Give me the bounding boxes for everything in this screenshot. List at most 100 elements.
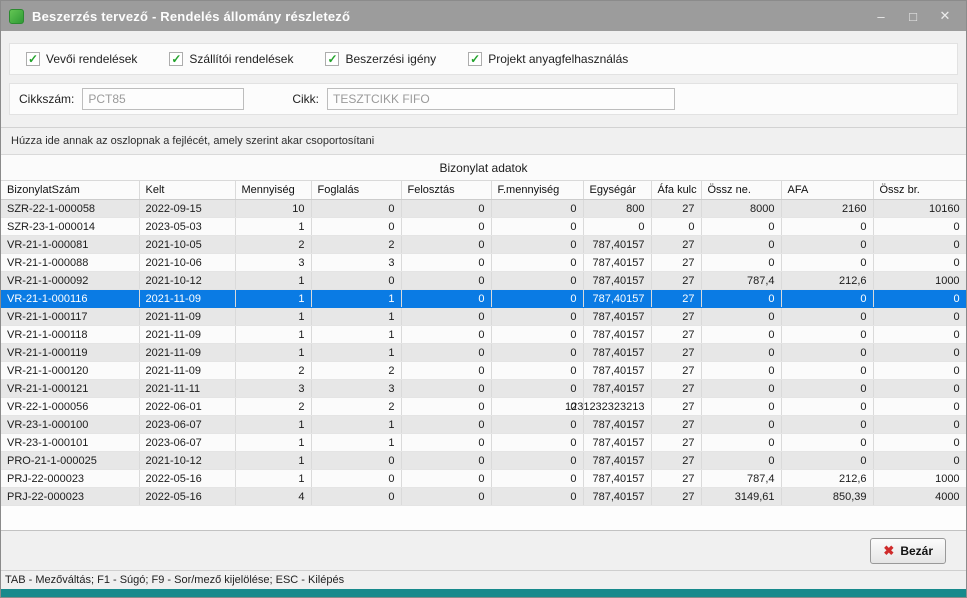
cell: 27 [651, 308, 701, 326]
cell: 0 [873, 452, 966, 470]
cell: 0 [401, 218, 491, 236]
cell: 0 [701, 416, 781, 434]
table-row[interactable]: VR-22-1-0000562022-06-012200123123232321… [1, 398, 966, 416]
checkbox-check-icon[interactable]: ✓ [169, 52, 183, 66]
table-row[interactable]: PRJ-22-0000232022-05-161000787,401572778… [1, 470, 966, 488]
cikk-label: Cikk: [292, 92, 319, 106]
cell: 3 [311, 254, 401, 272]
column-header-7[interactable]: Egységár [583, 181, 651, 200]
column-header-4[interactable]: Foglalás [311, 181, 401, 200]
cell: 1 [235, 452, 311, 470]
filter-checkbox-3[interactable]: ✓Beszerzési igény [325, 52, 436, 66]
column-header-2[interactable]: Kelt [139, 181, 235, 200]
group-by-drop-zone[interactable]: Húzza ide annak az oszlopnak a fejlécét,… [1, 128, 966, 154]
minimize-icon[interactable]: – [865, 4, 897, 28]
cell: 0 [491, 380, 583, 398]
column-header-10[interactable]: AFA [781, 181, 873, 200]
table-row[interactable]: VR-23-1-0001002023-06-071100787,40157270… [1, 416, 966, 434]
cell: 0 [701, 362, 781, 380]
bezar-button-label: Bezár [900, 544, 933, 558]
cell: PRO-21-1-000025 [1, 452, 139, 470]
filter-checkbox-4[interactable]: ✓Projekt anyagfelhasználás [468, 52, 628, 66]
band-row: Bizonylat adatok [1, 155, 966, 181]
cell: 787,40157 [583, 236, 651, 254]
cell: 0 [311, 470, 401, 488]
table-row[interactable]: PRJ-22-0000232022-05-164000787,401572731… [1, 488, 966, 506]
cell: 0 [873, 398, 966, 416]
window-title: Beszerzés tervező - Rendelés állomány ré… [32, 9, 350, 24]
column-header-3[interactable]: Mennyiség [235, 181, 311, 200]
cell: 1 [235, 308, 311, 326]
cell: VR-22-1-000056 [1, 398, 139, 416]
table-row[interactable]: VR-21-1-0000922021-10-121000787,40157277… [1, 272, 966, 290]
cell: 787,40157 [583, 326, 651, 344]
cell: SZR-23-1-000014 [1, 218, 139, 236]
cell: 3 [235, 380, 311, 398]
column-header-6[interactable]: F.mennyiség [491, 181, 583, 200]
cell: 2021-11-09 [139, 326, 235, 344]
bezar-button[interactable]: ✖ Bezár [870, 538, 946, 564]
cell: 2022-05-16 [139, 488, 235, 506]
cell: 0 [873, 236, 966, 254]
checkbox-check-icon[interactable]: ✓ [26, 52, 40, 66]
cell: 0 [491, 326, 583, 344]
table-row[interactable]: SZR-22-1-0000582022-09-15100008002780002… [1, 200, 966, 218]
column-header-5[interactable]: Felosztás [401, 181, 491, 200]
cell: 1 [235, 416, 311, 434]
cell: 2 [311, 236, 401, 254]
cikk-input[interactable] [327, 88, 675, 110]
cell: 1 [311, 290, 401, 308]
cell: 1 [311, 416, 401, 434]
table-row[interactable]: SZR-23-1-0000142023-05-03100000000 [1, 218, 966, 236]
orders-grid: Húzza ide annak az oszlopnak a fejlécét,… [1, 127, 966, 531]
cell: 0 [873, 416, 966, 434]
table-body: SZR-22-1-0000582022-09-15100008002780002… [1, 200, 966, 506]
cell: 0 [873, 434, 966, 452]
maximize-icon[interactable]: □ [897, 4, 929, 28]
cell: 3 [235, 254, 311, 272]
filter-checkbox-1[interactable]: ✓Vevői rendelések [26, 52, 137, 66]
cell: VR-23-1-000100 [1, 416, 139, 434]
table-row[interactable]: VR-21-1-0000882021-10-063300787,40157270… [1, 254, 966, 272]
cell: 2023-05-03 [139, 218, 235, 236]
table-row[interactable]: VR-23-1-0001012023-06-071100787,40157270… [1, 434, 966, 452]
table-row[interactable]: VR-21-1-0001212021-11-113300787,40157270… [1, 380, 966, 398]
statusbar: TAB - Mezőváltás; F1 - Súgó; F9 - Sor/me… [1, 570, 966, 589]
column-header-1[interactable]: BizonylatSzám [1, 181, 139, 200]
cell: 0 [401, 326, 491, 344]
cell: 0 [701, 236, 781, 254]
cell: 0 [781, 344, 873, 362]
cell: 1 [235, 326, 311, 344]
cell: SZR-22-1-000058 [1, 200, 139, 218]
table-row[interactable]: VR-21-1-0001192021-11-091100787,40157270… [1, 344, 966, 362]
cell: 0 [701, 290, 781, 308]
cell: 0 [873, 308, 966, 326]
cell: 1000 [873, 272, 966, 290]
checkbox-check-icon[interactable]: ✓ [325, 52, 339, 66]
cell: PRJ-22-000023 [1, 470, 139, 488]
cell: 1 [311, 434, 401, 452]
column-header-9[interactable]: Össz ne. [701, 181, 781, 200]
column-header-8[interactable]: Áfa kulc [651, 181, 701, 200]
checkbox-check-icon[interactable]: ✓ [468, 52, 482, 66]
table-row[interactable]: VR-21-1-0001162021-11-091100787,40157270… [1, 290, 966, 308]
table-row[interactable]: VR-21-1-0001182021-11-091100787,40157270… [1, 326, 966, 344]
cell: 2022-05-16 [139, 470, 235, 488]
cell: 27 [651, 254, 701, 272]
filter-checkbox-2[interactable]: ✓Szállítói rendelések [169, 52, 293, 66]
cell: 27 [651, 344, 701, 362]
close-window-icon[interactable]: ✕ [929, 4, 961, 28]
cell: 0 [781, 362, 873, 380]
table-row[interactable]: PRO-21-1-0000252021-10-121000787,4015727… [1, 452, 966, 470]
column-header-11[interactable]: Össz br. [873, 181, 966, 200]
table-row[interactable]: VR-21-1-0000812021-10-052200787,40157270… [1, 236, 966, 254]
cell: 27 [651, 416, 701, 434]
cell: 0 [873, 362, 966, 380]
cell: 4000 [873, 488, 966, 506]
cell: 0 [781, 218, 873, 236]
cell: VR-21-1-000118 [1, 326, 139, 344]
cikkszam-input[interactable] [82, 88, 244, 110]
table-row[interactable]: VR-21-1-0001172021-11-091100787,40157270… [1, 308, 966, 326]
table-row[interactable]: VR-21-1-0001202021-11-092200787,40157270… [1, 362, 966, 380]
cell: 2021-10-12 [139, 452, 235, 470]
